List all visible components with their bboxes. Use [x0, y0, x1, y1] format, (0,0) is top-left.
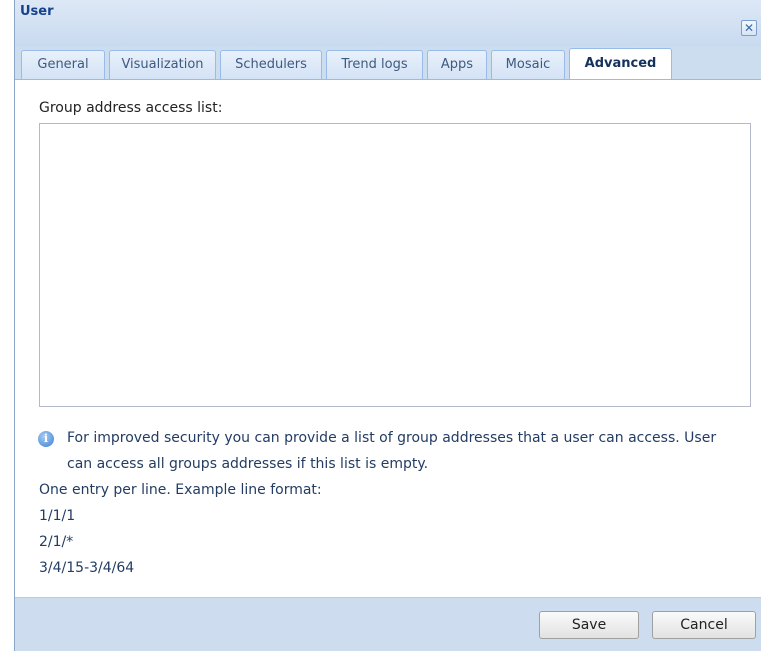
tab-general[interactable]: General — [21, 50, 105, 79]
tab-trend-logs[interactable]: Trend logs — [326, 50, 423, 79]
tab-visualization[interactable]: Visualization — [109, 50, 216, 79]
help-text-line-1: For improved security you can provide a … — [67, 430, 717, 446]
group-access-label: Group address access list: — [39, 100, 223, 116]
help-text-line-3: One entry per line. Example line format: — [39, 482, 322, 498]
dialog-titlebar[interactable]: User ✕ — [15, 0, 761, 46]
help-example-2: 2/1/* — [39, 534, 74, 550]
tab-advanced[interactable]: Advanced — [569, 48, 672, 80]
group-access-textarea[interactable] — [39, 123, 751, 407]
close-icon[interactable]: ✕ — [741, 20, 757, 36]
advanced-panel: Group address access list: i For improve… — [15, 80, 761, 597]
help-example-3: 3/4/15-3/4/64 — [39, 560, 135, 576]
help-text-line-2: can access all groups addresses if this … — [67, 456, 429, 472]
dialog-title: User — [20, 4, 54, 19]
tab-strip: General Visualization Schedulers Trend l… — [15, 46, 761, 80]
info-icon: i — [38, 431, 54, 447]
tab-schedulers[interactable]: Schedulers — [220, 50, 322, 79]
save-button[interactable]: Save — [539, 611, 639, 639]
help-example-1: 1/1/1 — [39, 508, 76, 524]
cancel-button[interactable]: Cancel — [652, 611, 756, 639]
user-dialog: User ✕ General Visualization Schedulers … — [14, 0, 761, 651]
dialog-footer: Save Cancel — [15, 597, 761, 651]
tab-mosaic[interactable]: Mosaic — [491, 50, 565, 79]
tab-apps[interactable]: Apps — [427, 50, 487, 79]
